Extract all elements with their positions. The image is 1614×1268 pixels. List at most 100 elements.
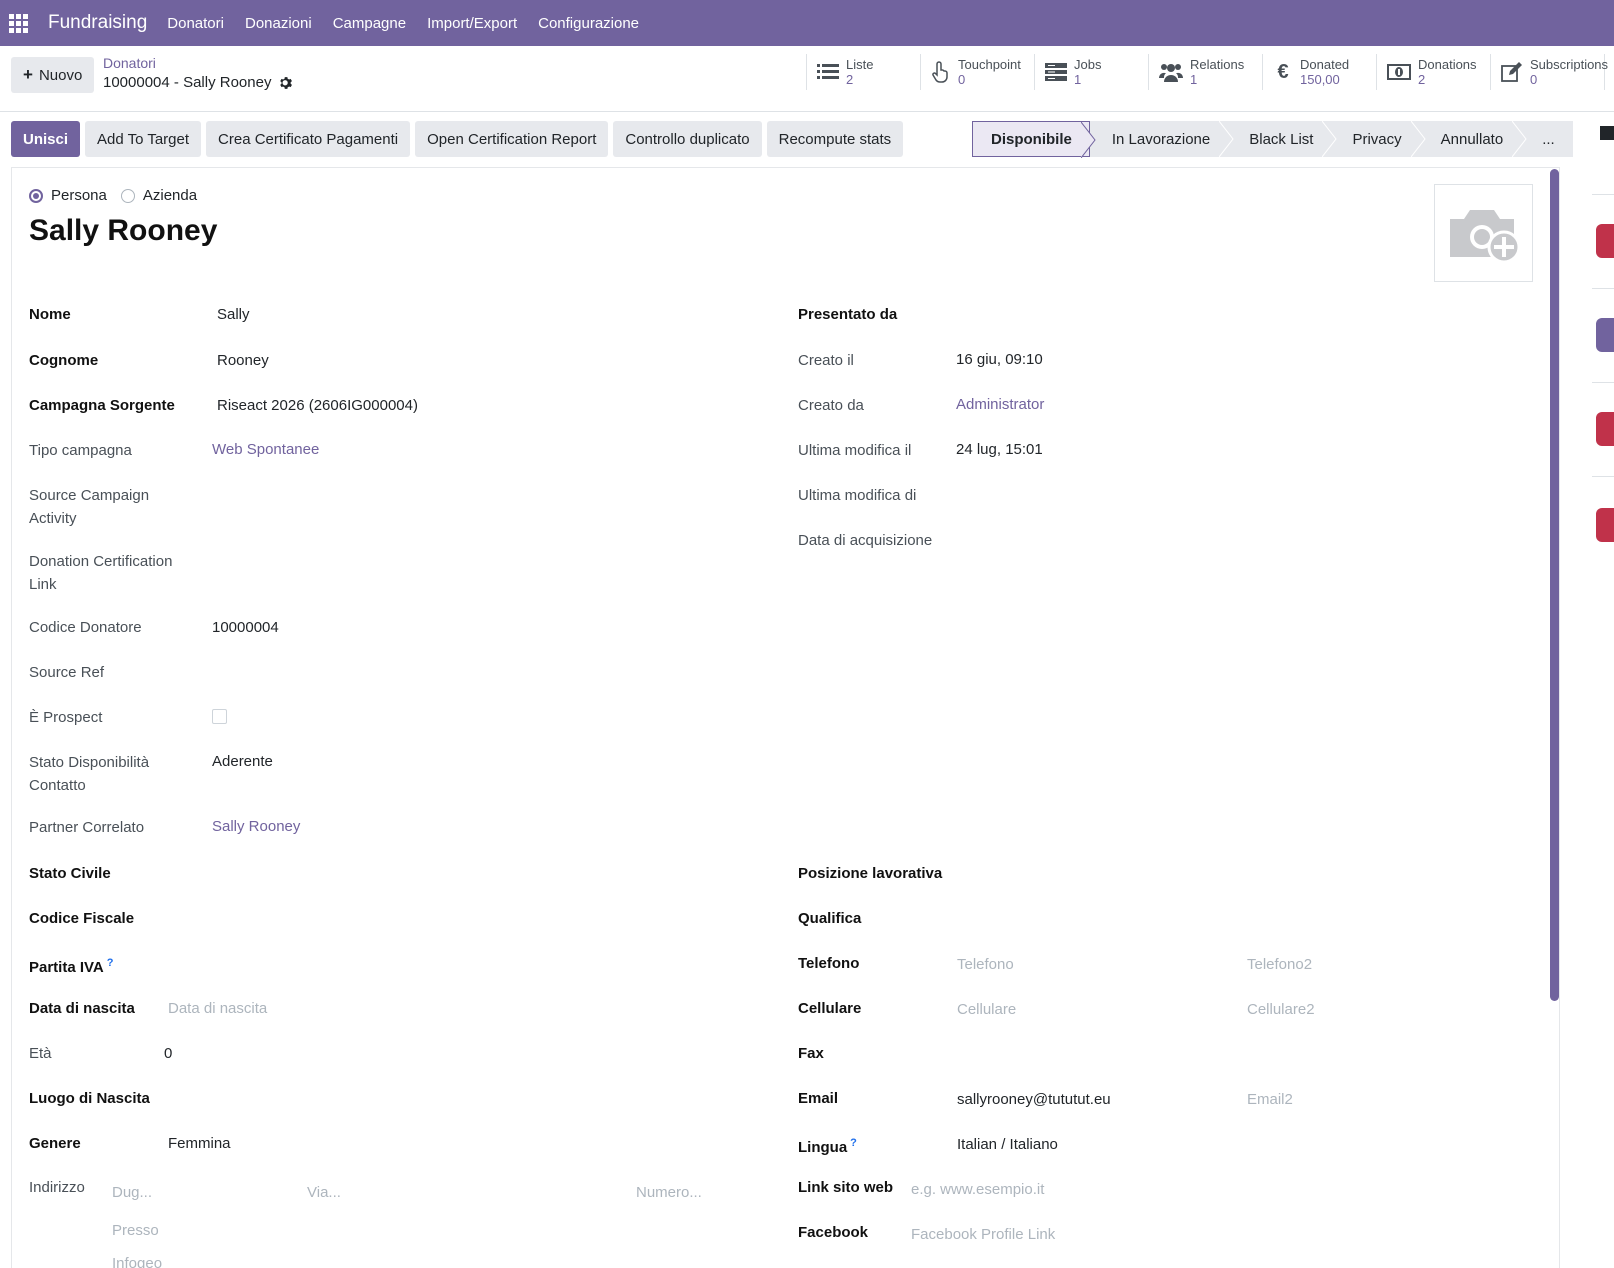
field-eta: 0 [164, 1045, 173, 1062]
stat-subscriptions[interactable]: Subscriptions 0 [1491, 54, 1608, 90]
menu-import-export[interactable]: Import/Export [427, 15, 517, 32]
stat-touchpoint[interactable]: Touchpoint 0 [921, 54, 1035, 90]
create-payment-certificate-button[interactable]: Crea Certificato Pagamenti [206, 121, 411, 157]
field-creato-da[interactable]: Administrator [956, 396, 1044, 413]
field-ultima-modifica-il: 24 lug, 15:01 [956, 441, 1043, 458]
avatar-badge[interactable] [1596, 318, 1614, 352]
avatar-badge[interactable] [1596, 508, 1614, 542]
field-tipo-campagna[interactable]: Web Spontanee [212, 441, 319, 458]
label-data-acquisizione: Data di acquisizione [798, 532, 933, 549]
field-link-sito-web[interactable]: e.g. www.esempio.it [911, 1181, 1044, 1198]
label-prospect: È Prospect [29, 709, 103, 726]
top-navbar: Fundraising Donatori Donazioni Campagne … [0, 0, 1614, 46]
open-certification-report-button[interactable]: Open Certification Report [415, 121, 609, 157]
users-icon [1159, 64, 1183, 82]
menu-donatori[interactable]: Donatori [167, 15, 224, 32]
label-indirizzo: Indirizzo [29, 1179, 85, 1196]
chatter-panel-edge [1592, 120, 1614, 680]
stat-jobs[interactable]: Jobs 1 [1035, 54, 1149, 90]
field-cellulare[interactable]: Cellulare [957, 1001, 1016, 1018]
field-data-nascita[interactable]: Data di nascita [168, 1000, 267, 1017]
breadcrumb-record: 10000004 - Sally Rooney [103, 74, 272, 91]
add-to-target-button[interactable]: Add To Target [85, 121, 202, 157]
camera-add-icon [1449, 210, 1520, 264]
app-brand[interactable]: Fundraising [48, 12, 147, 34]
apps-menu-icon[interactable] [0, 0, 36, 46]
avatar[interactable] [1434, 184, 1533, 282]
record-title[interactable]: Sally Rooney [29, 214, 217, 248]
radio-persona[interactable] [29, 188, 43, 203]
field-facebook[interactable]: Facebook Profile Link [911, 1226, 1055, 1243]
label-luogo-nascita: Luogo di Nascita [29, 1090, 150, 1107]
scrollbar-thumb[interactable] [1550, 169, 1559, 1001]
field-genere[interactable]: Femmina [168, 1135, 231, 1152]
label-source-campaign-activity: Source Campaign Activity [29, 487, 150, 527]
help-icon[interactable]: ? [107, 957, 114, 969]
label-codice-donatore: Codice Donatore [29, 619, 142, 636]
field-campagna-sorgente[interactable]: Riseact 2026 (2606IG000004) [217, 397, 418, 414]
menu-configurazione[interactable]: Configurazione [538, 15, 639, 32]
label-tipo-campagna: Tipo campagna [29, 442, 132, 459]
label-partita-iva: Partita IVA? [29, 957, 114, 976]
divider [1592, 476, 1614, 477]
field-infogeo[interactable]: Infogeo [112, 1255, 162, 1268]
label-creato-da: Creato da [798, 397, 864, 414]
field-email2[interactable]: Email2 [1247, 1091, 1293, 1108]
gear-icon[interactable] [279, 76, 293, 90]
stat-donations[interactable]: Donations 2 [1377, 54, 1491, 90]
label-source-ref: Source Ref [29, 664, 105, 681]
field-stato-disponibilita[interactable]: Aderente [212, 753, 273, 770]
menu-campagne[interactable]: Campagne [333, 15, 406, 32]
field-cognome[interactable]: Rooney [217, 352, 269, 369]
radio-azienda-label[interactable]: Azienda [143, 187, 197, 204]
avatar-badge[interactable] [1596, 224, 1614, 258]
field-partner-correlato[interactable]: Sally Rooney [212, 818, 300, 835]
field-dug[interactable]: Dug... [112, 1184, 152, 1201]
label-email: Email [798, 1090, 839, 1107]
avatar-badge[interactable] [1596, 412, 1614, 446]
field-via[interactable]: Via... [307, 1184, 341, 1201]
label-eta: Età [29, 1045, 52, 1062]
radio-persona-label[interactable]: Persona [51, 187, 107, 204]
field-lingua[interactable]: Italian / Italiano [957, 1136, 1058, 1153]
stat-relations[interactable]: Relations 1 [1149, 54, 1263, 90]
divider [1592, 194, 1614, 195]
control-panel: + Nuovo Donatori 10000004 - Sally Rooney… [0, 46, 1614, 112]
field-email[interactable]: sallyrooney@tututut.eu [957, 1091, 1111, 1108]
form-sheet [11, 167, 1560, 1268]
field-nome[interactable]: Sally [217, 306, 250, 323]
stat-donated[interactable]: € Donated 150,00 [1263, 54, 1377, 90]
merge-button[interactable]: Unisci [11, 121, 81, 157]
stat-liste[interactable]: Liste 2 [807, 54, 921, 90]
menu-donazioni[interactable]: Donazioni [245, 15, 312, 32]
stage-annullato[interactable]: Annullato [1419, 121, 1527, 157]
status-bar: Disponibile In Lavorazione Black List Pr… [972, 121, 1573, 158]
radio-azienda[interactable] [120, 188, 135, 203]
recompute-stats-button[interactable]: Recompute stats [766, 121, 904, 157]
breadcrumb-parent[interactable]: Donatori [103, 55, 293, 71]
field-cellulare2[interactable]: Cellulare2 [1247, 1001, 1315, 1018]
field-creato-il: 16 giu, 09:10 [956, 351, 1043, 368]
stage-in-lavorazione[interactable]: In Lavorazione [1090, 121, 1234, 157]
duplicate-check-button[interactable]: Controllo duplicato [613, 121, 762, 157]
label-genere: Genere [29, 1135, 81, 1152]
action-buttons: Unisci Add To Target Crea Certificato Pa… [11, 121, 904, 157]
stage-disponibile[interactable]: Disponibile [972, 121, 1096, 158]
label-presentato-da: Presentato da [798, 306, 898, 323]
new-button[interactable]: + Nuovo [11, 57, 95, 93]
field-telefono[interactable]: Telefono [957, 956, 1014, 973]
label-codice-fiscale: Codice Fiscale [29, 910, 135, 927]
field-telefono2[interactable]: Telefono2 [1247, 956, 1312, 973]
field-presso[interactable]: Presso [112, 1222, 159, 1239]
server-icon [1045, 63, 1067, 81]
message-icon[interactable] [1600, 126, 1614, 140]
field-numero[interactable]: Numero... [636, 1184, 702, 1201]
breadcrumb: Donatori 10000004 - Sally Rooney [103, 55, 293, 91]
label-telefono: Telefono [798, 955, 860, 972]
stage-black-list[interactable]: Black List [1227, 121, 1338, 157]
stage-more[interactable]: ... [1520, 121, 1573, 157]
help-icon[interactable]: ? [850, 1137, 857, 1149]
prospect-checkbox[interactable] [212, 709, 227, 724]
stage-privacy[interactable]: Privacy [1330, 121, 1426, 157]
field-codice-donatore[interactable]: 10000004 [212, 619, 279, 636]
